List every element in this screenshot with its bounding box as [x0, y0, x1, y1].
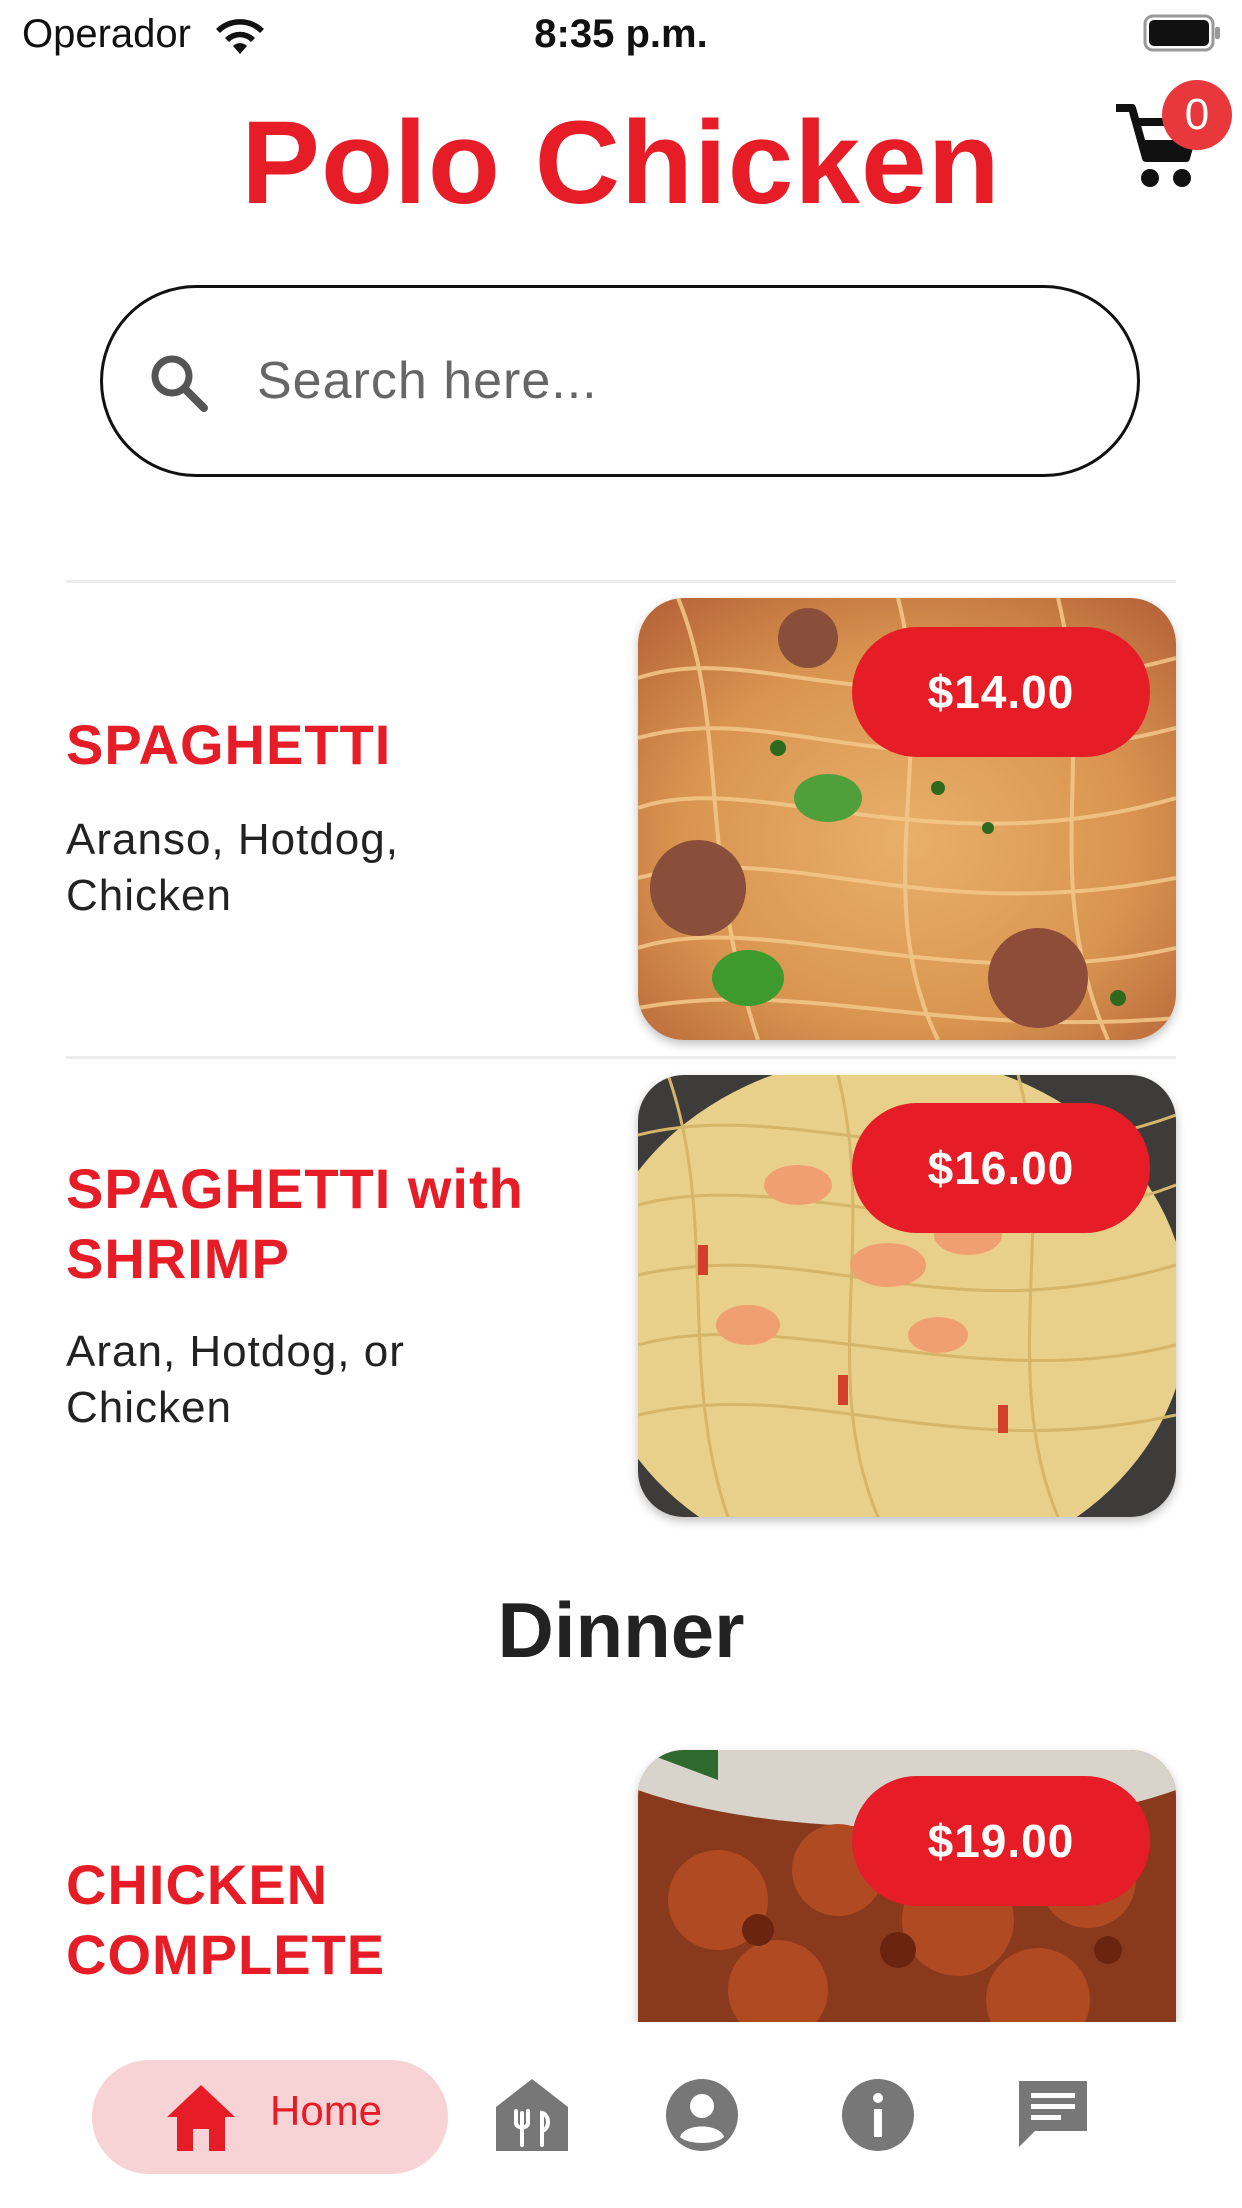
battery-icon — [1143, 14, 1220, 52]
restaurant-icon[interactable] — [492, 2075, 572, 2155]
search-input[interactable] — [255, 345, 1079, 417]
cart-count-badge: 0 — [1162, 80, 1232, 150]
section-title-dinner: Dinner — [497, 1586, 745, 1674]
item-title: SPAGHETTI — [66, 713, 392, 776]
item-title: CHICKEN COMPLETE — [66, 1853, 386, 1986]
nav-home-label: Home — [270, 2087, 383, 2134]
status-bar: Operador 8:35 p.m. — [0, 0, 1242, 70]
price-badge: $19.00 — [852, 1776, 1150, 1906]
search-icon — [151, 355, 208, 412]
status-time: 8:35 p.m. — [534, 12, 708, 56]
info-icon[interactable] — [838, 2075, 918, 2155]
app-title: Polo Chicken — [241, 97, 1001, 229]
chat-icon[interactable] — [1013, 2075, 1093, 2155]
home-icon — [167, 2085, 235, 2151]
item-title: SPAGHETTI with SHRIMP — [66, 1157, 524, 1290]
item-description: Aranso, Hotdog, Chicken — [66, 815, 399, 920]
price-badge: $14.00 — [852, 627, 1150, 757]
price-badge: $16.00 — [852, 1103, 1150, 1233]
item-description: Aran, Hotdog, or Chicken — [66, 1327, 405, 1432]
account-icon[interactable] — [662, 2075, 742, 2155]
